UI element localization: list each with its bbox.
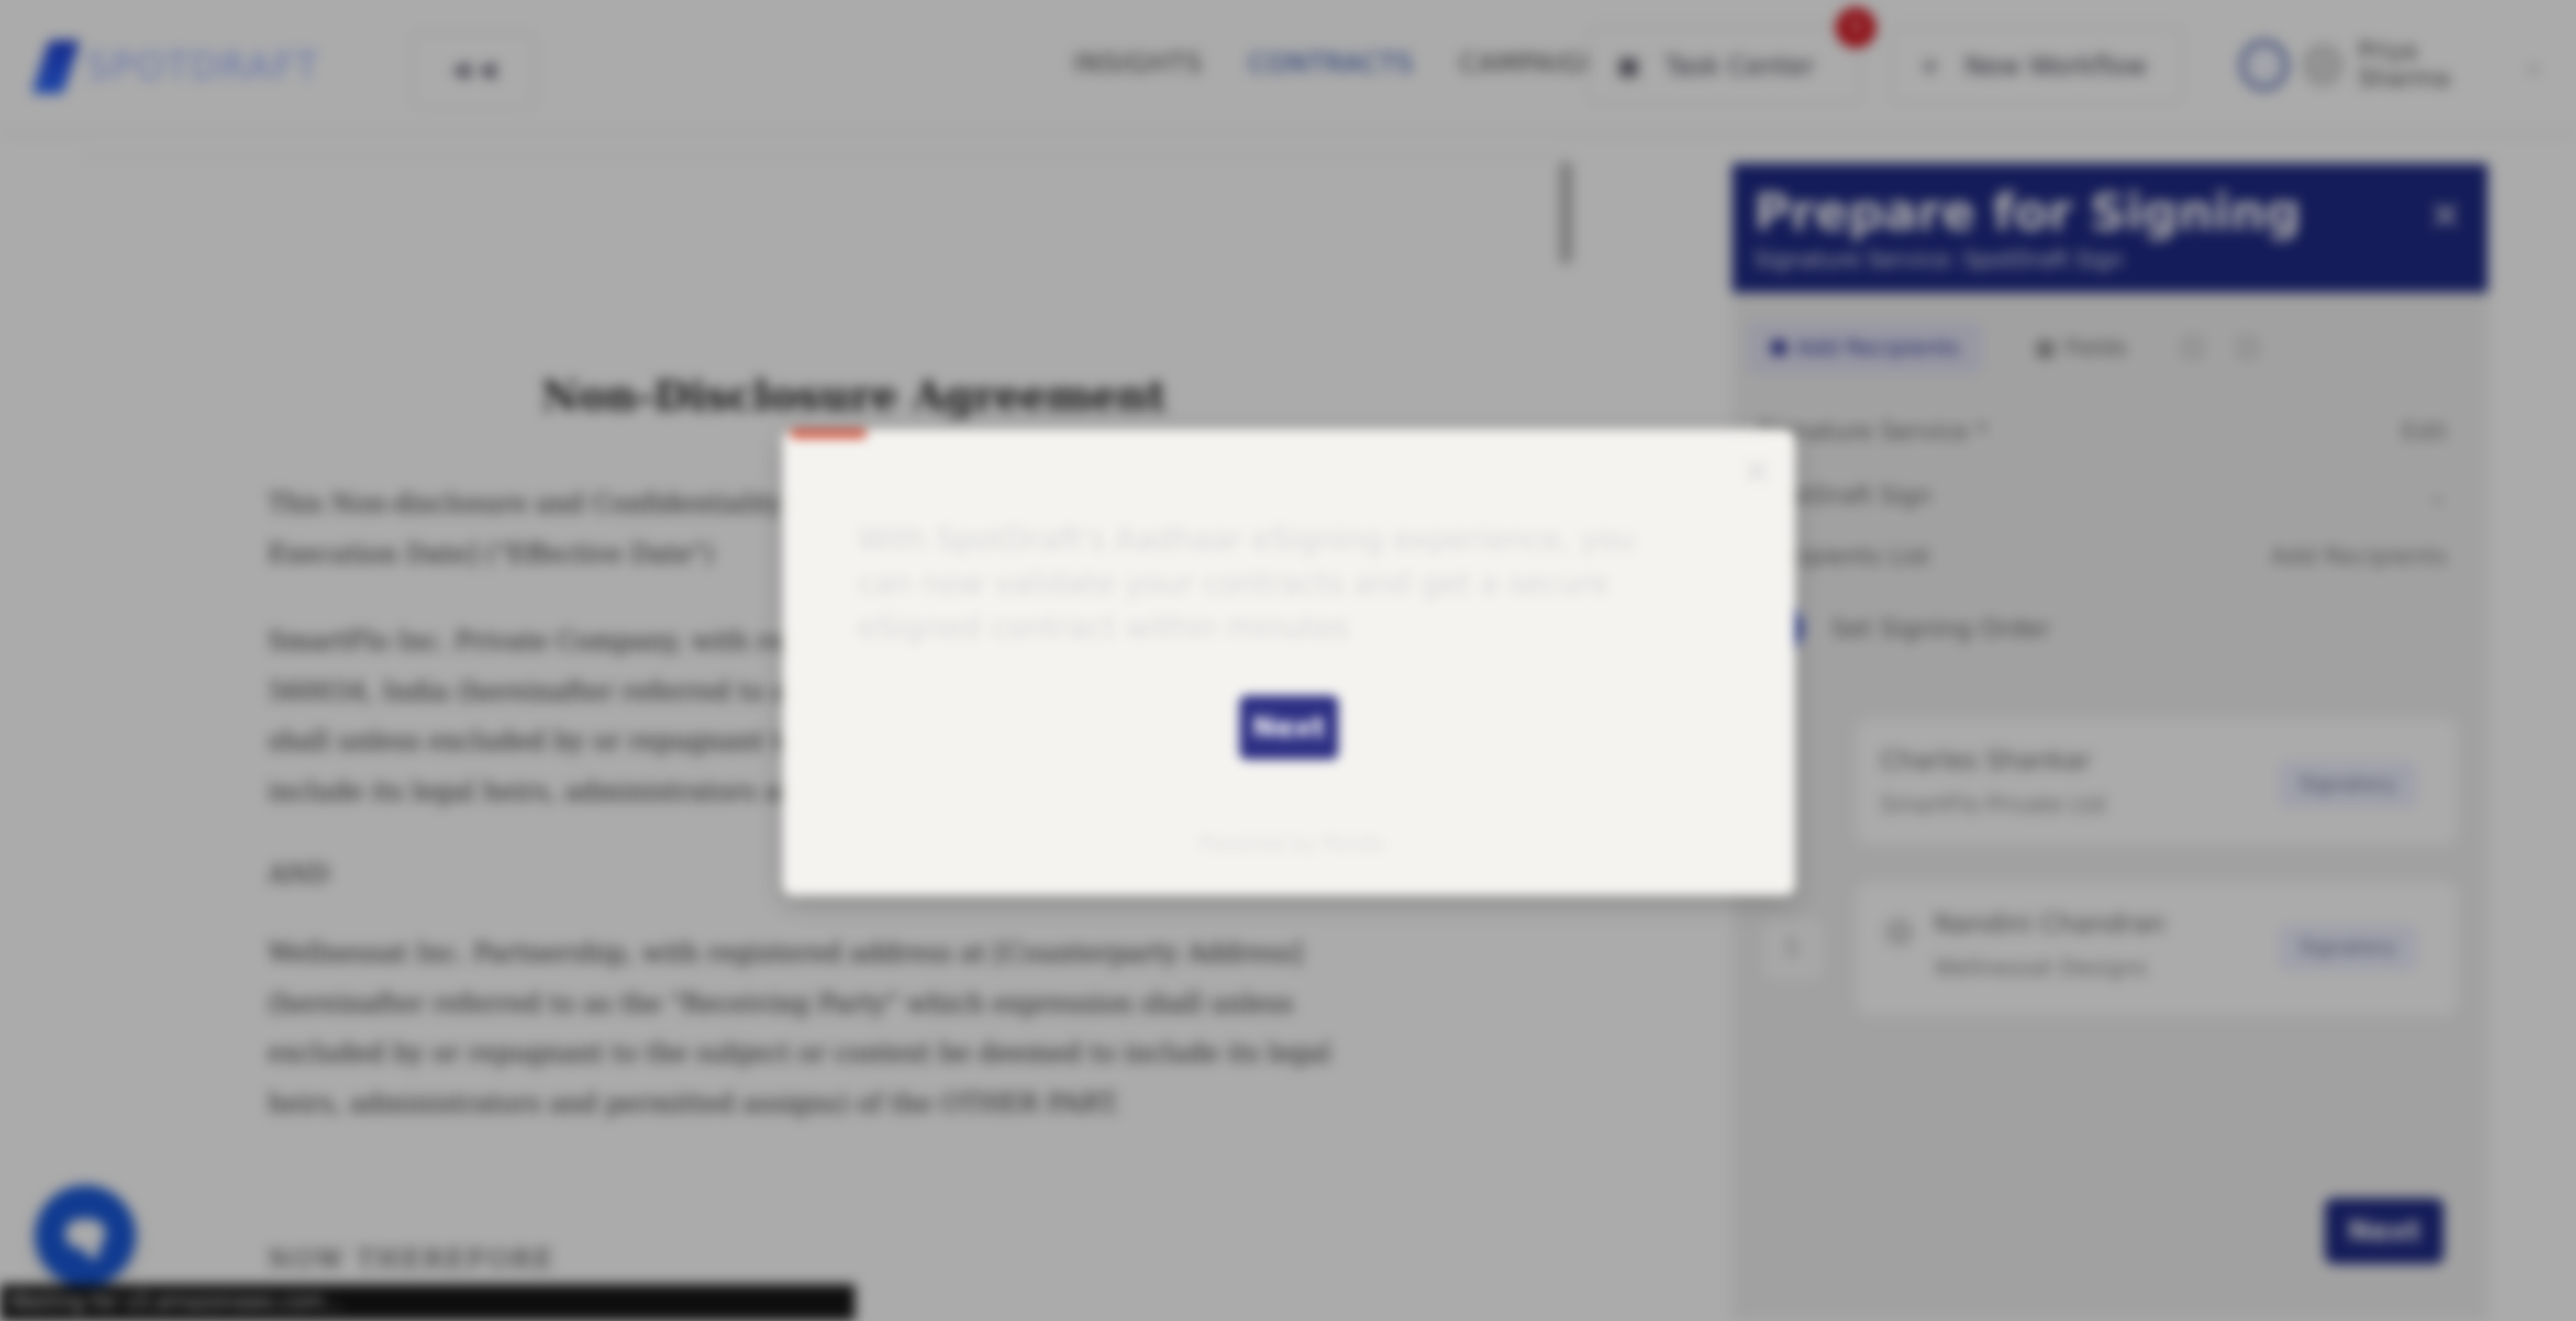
onboarding-modal: × With SpotDraft's Aadhaar eSigning expe… — [783, 429, 1795, 895]
close-icon[interactable]: × — [1741, 448, 1773, 493]
app-root: SPOTDRAFT ◀ ◀ INSIGHTS CONTRACTS CAMPAIG… — [0, 0, 2576, 1321]
modal-accent — [790, 429, 867, 438]
powered-by-text: Powered by Pendo — [1199, 833, 1384, 856]
modal-message: With SpotDraft's Aadhaar eSigning experi… — [858, 521, 1636, 646]
modal-next-button[interactable]: Next — [1239, 695, 1338, 760]
